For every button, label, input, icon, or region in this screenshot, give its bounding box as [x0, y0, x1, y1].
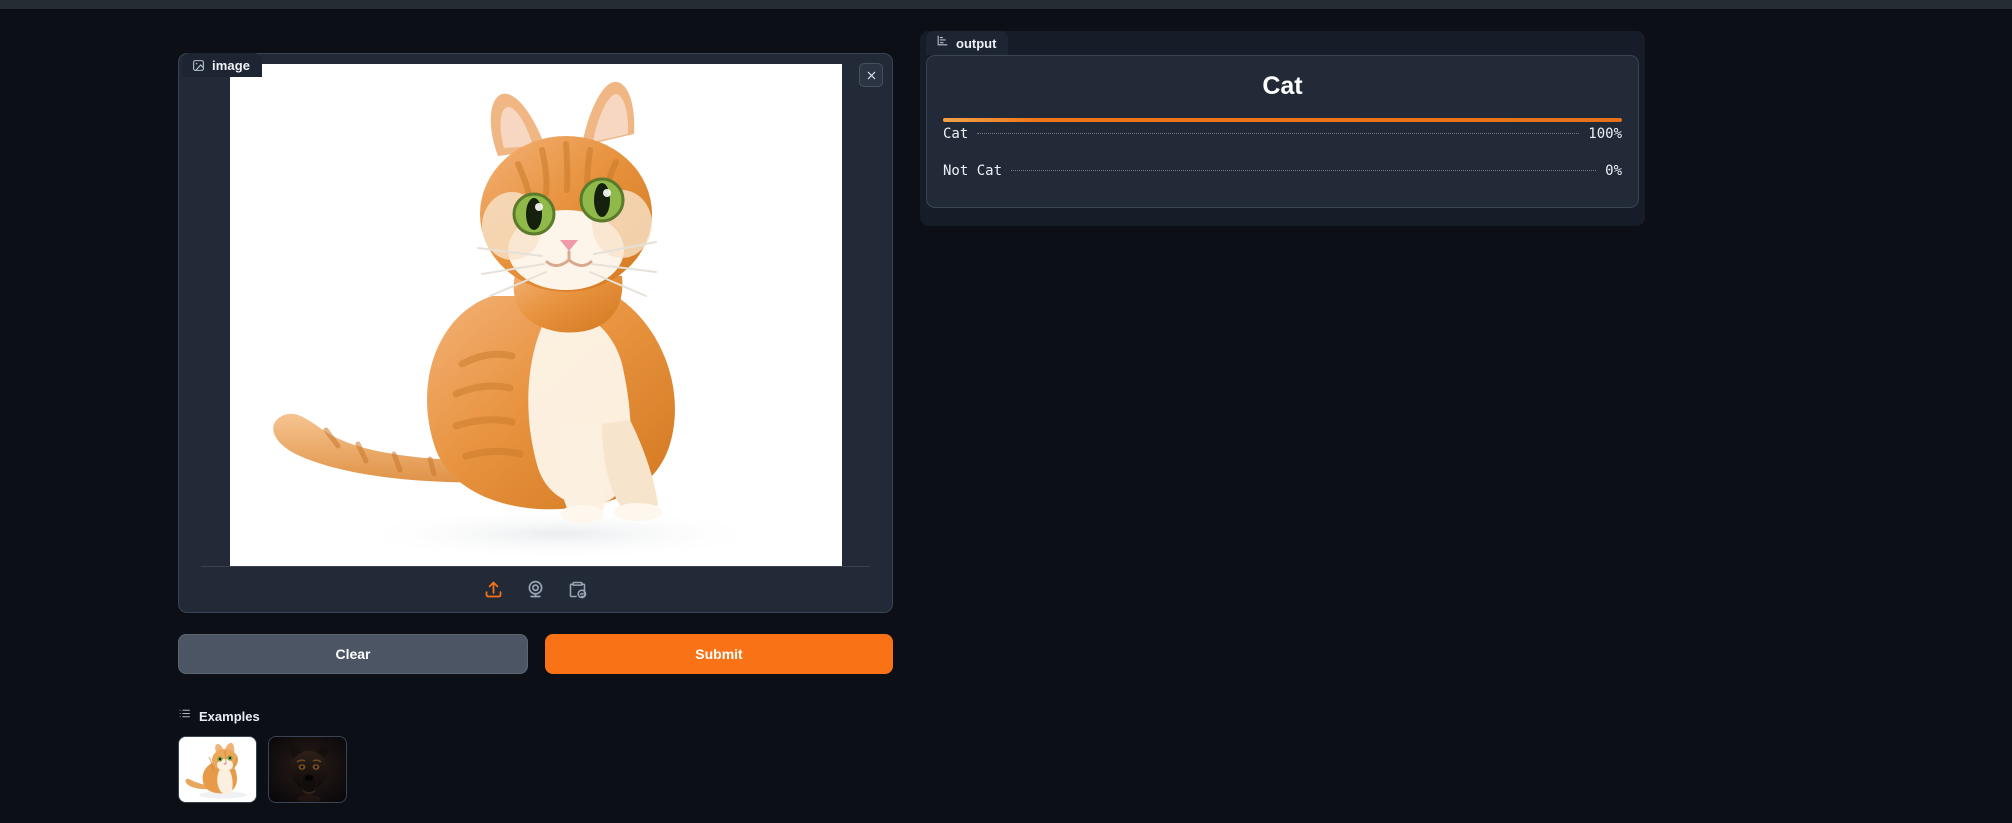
- prediction-title: Cat: [1262, 72, 1303, 100]
- webcam-icon[interactable]: [525, 579, 546, 600]
- app-root: image Clear Submit Examples output Cat C…: [0, 0, 2012, 823]
- output-panel: Cat Cat 100% Not Cat 0%: [926, 55, 1639, 208]
- confidence-line-not-cat: Not Cat 0%: [943, 163, 1622, 179]
- top-strip: [0, 0, 2012, 9]
- uploaded-image: [229, 64, 842, 566]
- confidence-row-not-cat: Not Cat 0%: [943, 155, 1622, 192]
- example-dog[interactable]: [268, 736, 347, 803]
- leader-dots: [1011, 170, 1597, 171]
- examples-grid: [178, 736, 893, 803]
- confidence-row-cat: Cat 100%: [943, 118, 1622, 155]
- image-panel: [178, 53, 893, 613]
- confidence-bar-track-cat: [943, 118, 1622, 122]
- confidence-value-cat: 100%: [1588, 126, 1622, 142]
- close-icon[interactable]: [859, 63, 883, 87]
- confidence-list: Cat 100% Not Cat 0%: [943, 118, 1622, 192]
- confidence-value-not-cat: 0%: [1605, 163, 1622, 179]
- label-chart-icon: [936, 34, 949, 52]
- example-cat[interactable]: [178, 736, 257, 803]
- list-icon: [178, 707, 191, 725]
- image-toolbar: [189, 567, 882, 612]
- examples-header: Examples: [178, 707, 893, 725]
- image-icon: [192, 59, 205, 72]
- paste-clipboard-icon[interactable]: [567, 579, 588, 600]
- upload-icon[interactable]: [483, 579, 504, 600]
- leader-dots: [977, 133, 1580, 134]
- input-column: image Clear Submit Examples: [178, 31, 893, 803]
- submit-button[interactable]: Submit: [545, 634, 893, 674]
- tab-output-label: output: [956, 35, 997, 51]
- tab-image-label: image: [212, 57, 251, 73]
- clear-button[interactable]: Clear: [178, 634, 528, 674]
- confidence-bar-fill-cat: [943, 118, 1622, 122]
- examples-section: Examples: [178, 707, 893, 803]
- confidence-label-cat: Cat: [943, 126, 969, 142]
- image-input-block: image: [178, 53, 893, 613]
- tab-image[interactable]: image: [182, 53, 263, 77]
- action-buttons: Clear Submit: [178, 634, 893, 674]
- confidence-label-not-cat: Not Cat: [943, 163, 1003, 179]
- output-column: output Cat Cat 100% Not Cat 0%: [920, 31, 1645, 226]
- image-stage[interactable]: [189, 64, 882, 566]
- confidence-bar-track-not-cat: [943, 155, 1622, 159]
- tab-output[interactable]: output: [926, 31, 1009, 55]
- confidence-line-cat: Cat 100%: [943, 126, 1622, 142]
- examples-label: Examples: [199, 708, 260, 724]
